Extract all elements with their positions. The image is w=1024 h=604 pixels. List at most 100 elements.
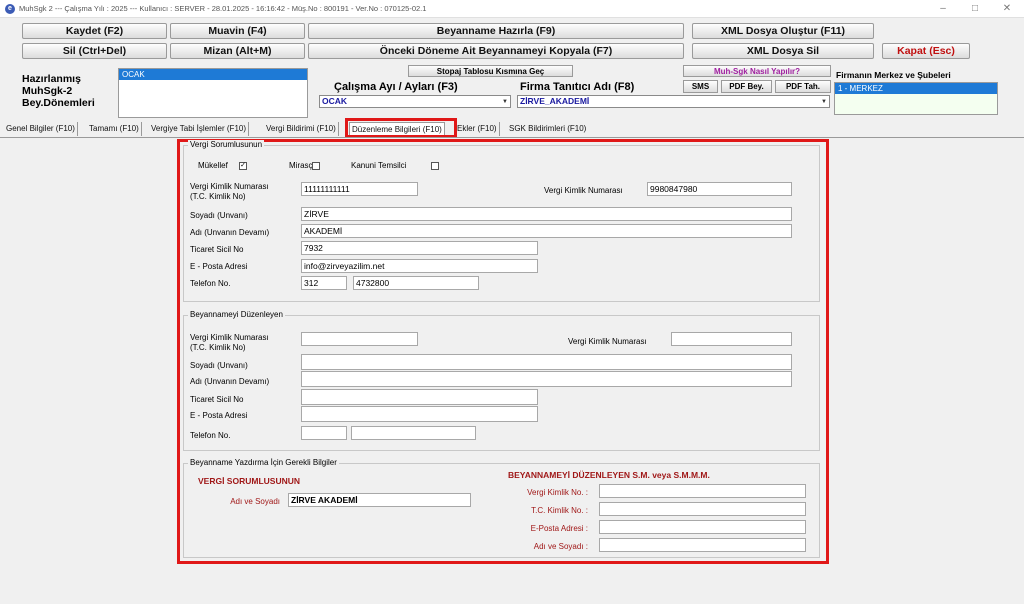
vs-telefon-alan-input[interactable]: 312 bbox=[301, 276, 347, 290]
vs-telefon-no-input[interactable]: 4732800 bbox=[353, 276, 479, 290]
chevron-down-icon: ▼ bbox=[502, 99, 508, 105]
beyanname-hazirla-button[interactable]: Beyanname Hazırla (F9) bbox=[308, 23, 684, 39]
dz-ticaret-label: Ticaret Sicil No bbox=[190, 395, 244, 404]
nasil-yapilir-button[interactable]: Muh-Sgk Nasıl Yapılır? bbox=[683, 65, 831, 77]
dz-vkn-label: Vergi Kimlik Numarası bbox=[568, 337, 647, 346]
dz-tckn-label-line1: Vergi Kimlik Numarası bbox=[190, 333, 269, 342]
mirasci-label: Mirasçı bbox=[289, 161, 315, 170]
close-icon[interactable]: ✕ bbox=[994, 2, 1020, 16]
vs-soyadi-input[interactable]: ZİRVE bbox=[301, 207, 792, 221]
pdf-bey-button[interactable]: PDF Bey. bbox=[721, 80, 772, 93]
vs-telefon-label: Telefon No. bbox=[190, 279, 231, 288]
dz-soyadi-input[interactable] bbox=[301, 354, 792, 370]
chevron-down-icon: ▼ bbox=[821, 99, 827, 105]
yz-eposta-label: E-Posta Adresi : bbox=[530, 524, 588, 533]
vs-tckn-label-line1: Vergi Kimlik Numarası bbox=[190, 182, 269, 191]
dz-adi-label: Adı (Unvanın Devamı) bbox=[190, 377, 270, 386]
dz-eposta-input[interactable] bbox=[301, 406, 538, 422]
period-list[interactable]: OCAK bbox=[118, 68, 308, 118]
muavin-button[interactable]: Muavin (F4) bbox=[170, 23, 305, 39]
vs-eposta-input[interactable]: info@zirveyazilim.net bbox=[301, 259, 538, 273]
tab-tamami[interactable]: Tamamı (F10) bbox=[87, 122, 142, 136]
dz-eposta-label: E - Posta Adresi bbox=[190, 411, 248, 420]
yz-vkn-label: Vergi Kimlik No. : bbox=[527, 488, 588, 497]
firma-select[interactable]: ZİRVE_AKADEMİ ▼ bbox=[517, 95, 830, 108]
kanuni-temsilci-checkbox[interactable] bbox=[431, 162, 439, 170]
dz-adi-input[interactable] bbox=[301, 371, 792, 387]
duzenleyen-title: Beyannameyi Düzenleyen bbox=[188, 310, 285, 319]
dz-ticaret-input[interactable] bbox=[301, 389, 538, 405]
tab-vergi-bildirimi[interactable]: Vergi Bildirimi (F10) bbox=[264, 122, 339, 136]
dz-telefon-label: Telefon No. bbox=[190, 431, 231, 440]
vs-tckn-label-line2: (T.C. Kimlik No) bbox=[190, 192, 246, 201]
firma-label: Firma Tanıtıcı Adı (F8) bbox=[520, 81, 635, 93]
vs-ticaret-input[interactable]: 7932 bbox=[301, 241, 538, 255]
yz-adi-soyadi-input[interactable]: ZİRVE AKADEMİ bbox=[288, 493, 471, 507]
dz-telefon-alan-input[interactable] bbox=[301, 426, 347, 440]
vs-adi-label: Adı (Unvanın Devamı) bbox=[190, 228, 270, 237]
yz-adi-soyadi-label: Adı ve Soyadı bbox=[230, 497, 280, 506]
branches-title: Firmanın Merkez ve Şubeleri bbox=[836, 70, 951, 80]
xml-sil-button[interactable]: XML Dosya Sil bbox=[692, 43, 874, 59]
mirasci-checkbox[interactable] bbox=[312, 162, 320, 170]
tab-vergiye-tabi[interactable]: Vergiye Tabi İşlemler (F10) bbox=[149, 122, 249, 136]
tab-genel-bilgiler[interactable]: Genel Bilgiler (F10) bbox=[4, 122, 78, 136]
mizan-button[interactable]: Mizan (Alt+M) bbox=[170, 43, 305, 59]
yz-sorumlu-title: VERGİ SORUMLUSUNUN bbox=[198, 476, 301, 486]
sms-button[interactable]: SMS bbox=[683, 80, 718, 93]
firma-value: ZİRVE_AKADEMİ bbox=[520, 96, 590, 106]
dz-telefon-no-input[interactable] bbox=[351, 426, 476, 440]
title-bar: e MuhSgk 2 --- Çalışma Yılı : 2025 --- K… bbox=[0, 0, 1024, 18]
kanuni-temsilci-label: Kanuni Temsilci bbox=[351, 161, 407, 170]
yazdirma-title: Beyanname Yazdırma İçin Gerekli Bilgiler bbox=[188, 458, 339, 467]
calisma-ayi-select[interactable]: OCAK ▼ bbox=[319, 95, 511, 108]
vs-vkn-label: Vergi Kimlik Numarası bbox=[544, 186, 623, 195]
check-icon: ✓ bbox=[240, 162, 246, 169]
vs-vkn-input[interactable]: 9980847980 bbox=[647, 182, 792, 196]
yz-eposta-input[interactable] bbox=[599, 520, 806, 534]
dz-tckn-input[interactable] bbox=[301, 332, 418, 346]
vs-ticaret-label: Ticaret Sicil No bbox=[190, 245, 244, 254]
period-list-item[interactable]: OCAK bbox=[119, 69, 307, 80]
minimize-icon[interactable]: – bbox=[930, 2, 956, 16]
tab-highlight bbox=[345, 118, 457, 138]
donemler-label-line3: Bey.Dönemleri bbox=[22, 97, 95, 109]
donemler-label-line2: MuhSgk-2 bbox=[22, 85, 73, 97]
calisma-ayi-label: Çalışma Ayı / Ayları (F3) bbox=[334, 81, 458, 93]
onceki-kopyala-button[interactable]: Önceki Döneme Ait Beyannameyi Kopyala (F… bbox=[308, 43, 684, 59]
yz-tckn-input[interactable] bbox=[599, 502, 806, 516]
branch-list-item[interactable]: 1 - MERKEZ bbox=[835, 83, 997, 94]
yz-smmm-title: BEYANNAMEYİ DÜZENLEYEN S.M. veya S.M.M.M… bbox=[508, 470, 710, 480]
dz-soyadi-label: Soyadı (Unvanı) bbox=[190, 361, 248, 370]
vs-tckn-input[interactable]: 11111111111 bbox=[301, 182, 418, 196]
dz-tckn-label-line2: (T.C. Kimlik No) bbox=[190, 343, 246, 352]
tab-ekler[interactable]: Ekler (F10) bbox=[455, 122, 500, 136]
stopaj-button[interactable]: Stopaj Tablosu Kısmına Geç bbox=[408, 65, 573, 77]
kapat-button[interactable]: Kapat (Esc) bbox=[882, 43, 970, 59]
donemler-label: Hazırlanmış MuhSgk-2 Bey.Dönemleri bbox=[22, 73, 95, 109]
tab-sgk-bildirimleri[interactable]: SGK Bildirimleri (F10) bbox=[507, 122, 588, 136]
xml-olustur-button[interactable]: XML Dosya Oluştur (F11) bbox=[692, 23, 874, 39]
vs-soyadi-label: Soyadı (Unvanı) bbox=[190, 211, 248, 220]
yz-adsoyad-input[interactable] bbox=[599, 538, 806, 552]
window-title: MuhSgk 2 --- Çalışma Yılı : 2025 --- Kul… bbox=[19, 4, 427, 13]
app-icon: e bbox=[5, 4, 15, 14]
yz-adsoyad-label: Adı ve Soyadı : bbox=[533, 542, 588, 551]
calisma-ayi-value: OCAK bbox=[322, 96, 348, 106]
vs-eposta-label: E - Posta Adresi bbox=[190, 262, 248, 271]
sil-button[interactable]: Sil (Ctrl+Del) bbox=[22, 43, 167, 59]
yz-tckn-label: T.C. Kimlik No. : bbox=[531, 506, 588, 515]
dz-tckn-label: Vergi Kimlik Numarası (T.C. Kimlik No) bbox=[190, 333, 269, 353]
donemler-label-line1: Hazırlanmış bbox=[22, 73, 81, 85]
kaydet-button[interactable]: Kaydet (F2) bbox=[22, 23, 167, 39]
yz-vkn-input[interactable] bbox=[599, 484, 806, 498]
maximize-icon[interactable]: □ bbox=[962, 2, 988, 16]
vergi-sorumlusu-title: Vergi Sorumlusunun bbox=[188, 140, 265, 149]
dz-vkn-input[interactable] bbox=[671, 332, 792, 346]
pdf-tah-button[interactable]: PDF Tah. bbox=[775, 80, 831, 93]
mukellef-checkbox[interactable]: ✓ bbox=[239, 162, 247, 170]
vs-tckn-label: Vergi Kimlik Numarası (T.C. Kimlik No) bbox=[190, 182, 269, 202]
branch-list[interactable]: 1 - MERKEZ bbox=[834, 82, 998, 115]
vs-adi-input[interactable]: AKADEMİ bbox=[301, 224, 792, 238]
mukellef-label: Mükellef bbox=[198, 161, 228, 170]
